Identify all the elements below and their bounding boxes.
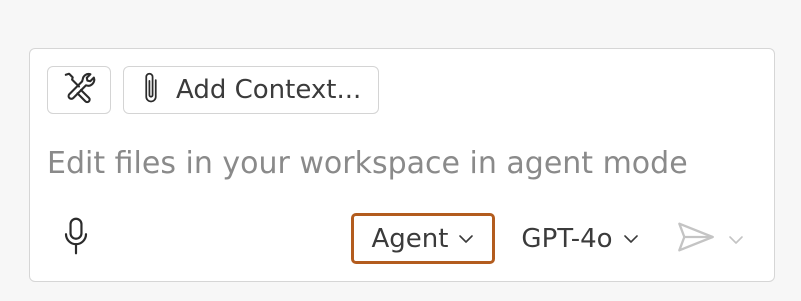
chevron-down-icon [623, 229, 639, 248]
send-options-chevron-icon[interactable] [728, 230, 744, 249]
tools-button[interactable] [47, 66, 111, 114]
paperclip-icon [140, 69, 162, 111]
model-label: GPT-4o [521, 223, 613, 254]
microphone-icon [61, 216, 91, 260]
add-context-button[interactable]: Add Context... [123, 66, 379, 114]
send-button[interactable] [676, 220, 716, 258]
voice-input-button[interactable] [58, 217, 94, 259]
chat-input-field[interactable]: Edit files in your workspace in agent mo… [47, 146, 688, 181]
chevron-down-icon [458, 229, 474, 248]
model-picker-dropdown[interactable]: GPT-4o [510, 213, 650, 264]
mode-label: Agent [371, 223, 449, 254]
tools-icon [61, 70, 97, 110]
chat-input-panel: Add Context... Edit files in your worksp… [29, 48, 775, 282]
send-button-group [676, 219, 744, 259]
mode-dropdown[interactable]: Agent [351, 213, 495, 264]
add-context-label: Add Context... [176, 75, 362, 105]
